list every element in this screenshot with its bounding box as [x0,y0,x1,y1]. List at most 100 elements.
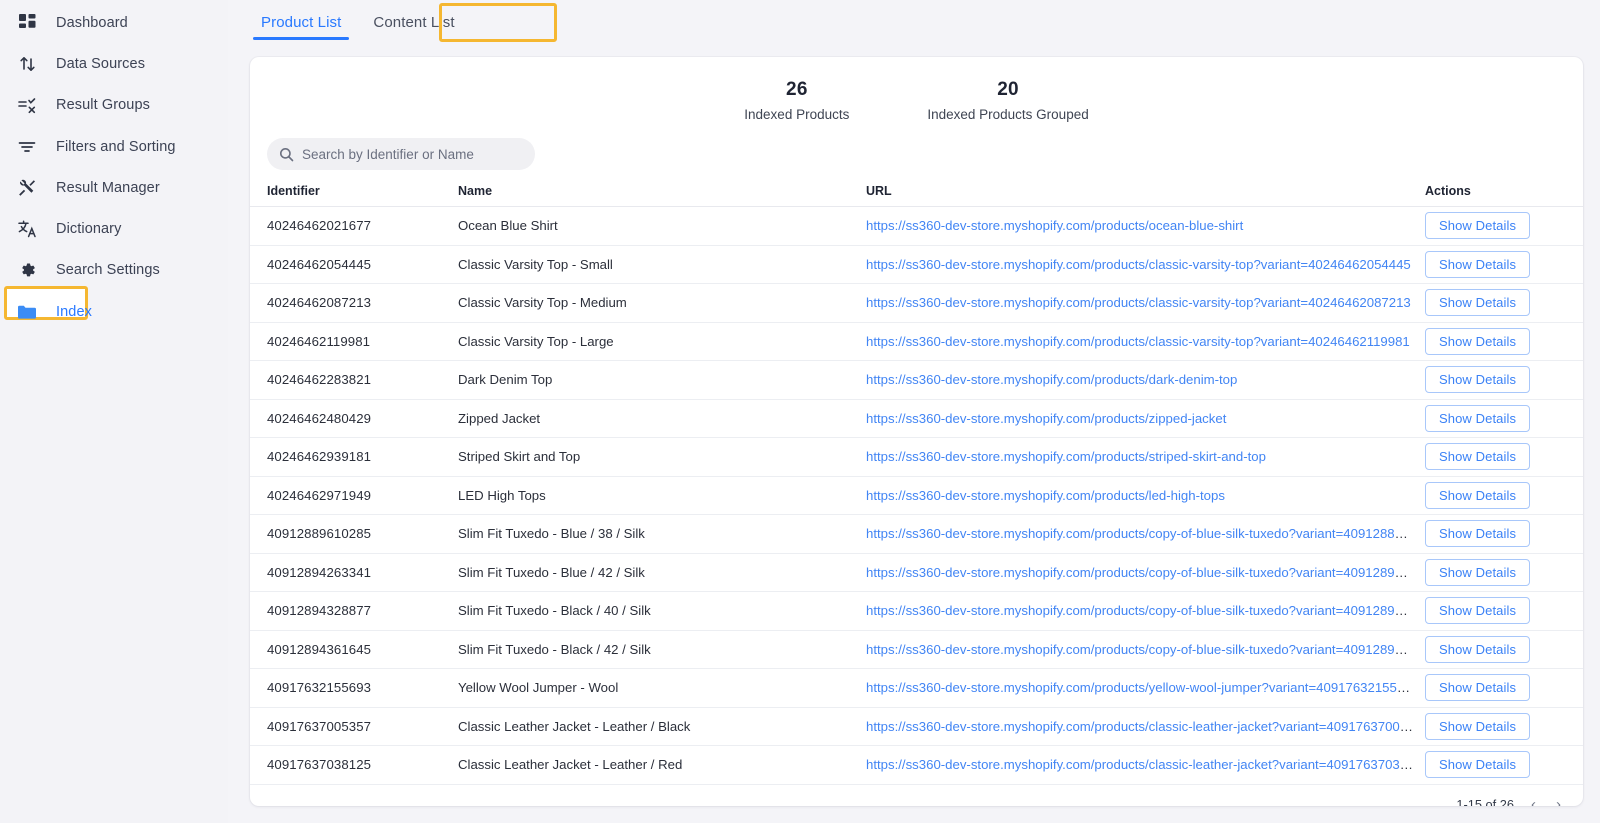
cell-actions: Show Details [1414,476,1583,515]
sidebar-item-label: Result Groups [56,97,150,114]
gear-icon [10,261,44,279]
column-header-name: Name [456,184,862,207]
cell-identifier: 40246462054445 [250,245,456,284]
product-url-link[interactable]: https://ss360-dev-store.myshopify.com/pr… [866,719,1414,734]
cell-actions: Show Details [1414,206,1583,246]
tab-label: Content List [373,14,455,31]
product-url-link[interactable]: https://ss360-dev-store.myshopify.com/pr… [866,488,1225,503]
search-input[interactable] [302,146,523,162]
table-row: 40246462480429 Zipped Jacket https://ss360… [250,399,1583,438]
show-details-button[interactable]: Show Details [1425,751,1531,779]
cell-actions: Show Details [1414,630,1583,669]
cell-identifier: 40917637005357 [250,707,456,746]
product-url-link[interactable]: https://ss360-dev-store.myshopify.com/pr… [866,680,1414,695]
product-url-link[interactable]: https://ss360-dev-store.myshopify.com/pr… [866,642,1414,657]
table-row: 40246462087213 Classic Varsity Top - Medi… [250,283,1583,323]
table-row: 40917637005357 Classic Leather Jacket - L… [250,707,1583,746]
show-details-button[interactable]: Show Details [1425,366,1531,394]
sidebar-item-search-settings[interactable]: Search Settings [0,250,228,291]
show-details-button[interactable]: Show Details [1425,520,1531,548]
cell-actions: Show Details [1414,707,1583,746]
show-details-button[interactable]: Show Details [1425,481,1531,509]
product-url-link[interactable]: https://ss360-dev-store.myshopify.com/pr… [866,449,1266,464]
cell-actions: Show Details [1414,745,1583,785]
tab-product-list[interactable]: Product List [245,14,357,40]
tab-bar: Product List Content List [228,0,1600,40]
cell-identifier: 40912889610285 [250,514,456,554]
product-url-link[interactable]: https://ss360-dev-store.myshopify.com/pr… [866,372,1237,387]
cell-identifier: 40917637038125 [250,745,456,785]
cell-name: Slim Fit Tuxedo - Black / 40 / Silk [456,591,862,631]
tab-content-list[interactable]: Content List [357,14,470,40]
cell-identifier: 40912894263341 [250,553,456,592]
tab-label: Product List [261,14,342,31]
cell-url: https://ss360-dev-store.myshopify.com/pr… [862,745,1414,785]
stat-label: Indexed Products [744,107,850,122]
pagination-range: 1-15 of 26 [1456,797,1514,806]
show-details-button[interactable]: Show Details [1425,674,1531,702]
table-row: 40246462119981 Classic Varsity Top - Larg… [250,322,1583,361]
cell-url: https://ss360-dev-store.myshopify.com/pr… [862,399,1414,438]
cell-url: https://ss360-dev-store.myshopify.com/pr… [862,553,1414,592]
show-details-button[interactable]: Show Details [1425,597,1531,625]
cell-name: Zipped Jacket [456,399,862,438]
search-area [250,122,1583,170]
cell-identifier: 40246462971949 [250,476,456,515]
cell-identifier: 40246462087213 [250,283,456,323]
sidebar-item-label: Dictionary [56,221,122,238]
sidebar: Dashboard Data Sources Result Groups Fil… [0,0,228,823]
cell-actions: Show Details [1414,322,1583,361]
show-details-button[interactable]: Show Details [1425,327,1531,355]
cell-name: Yellow Wool Jumper - Wool [456,668,862,708]
sidebar-item-data-sources[interactable]: Data Sources [0,43,228,84]
table-row: 40246462054445 Classic Varsity Top - Smal… [250,245,1583,284]
sidebar-item-result-groups[interactable]: Result Groups [0,85,228,126]
product-url-link[interactable]: https://ss360-dev-store.myshopify.com/pr… [866,565,1414,580]
product-url-link[interactable]: https://ss360-dev-store.myshopify.com/pr… [866,334,1410,349]
cell-name: Slim Fit Tuxedo - Blue / 38 / Silk [456,514,862,554]
table-row: 40917637038125 Classic Leather Jacket - L… [250,745,1583,785]
search-box[interactable] [267,138,535,170]
show-details-button[interactable]: Show Details [1425,712,1531,740]
product-url-link[interactable]: https://ss360-dev-store.myshopify.com/pr… [866,218,1243,233]
product-url-link[interactable]: https://ss360-dev-store.myshopify.com/pr… [866,757,1414,772]
cell-name: Classic Leather Jacket - Leather / Black [456,707,862,746]
product-table: Identifier Name URL Actions 402464620216… [250,184,1583,785]
show-details-button[interactable]: Show Details [1425,212,1531,240]
sidebar-item-label: Search Settings [56,262,160,279]
stat-value: 20 [997,79,1019,100]
product-url-link[interactable]: https://ss360-dev-store.myshopify.com/pr… [866,603,1414,618]
show-details-button[interactable]: Show Details [1425,289,1531,317]
cell-name: Slim Fit Tuxedo - Blue / 42 / Silk [456,553,862,592]
previous-page-button[interactable]: ‹ [1528,797,1539,806]
sidebar-item-result-manager[interactable]: Result Manager [0,167,228,208]
product-url-link[interactable]: https://ss360-dev-store.myshopify.com/pr… [866,411,1226,426]
arrows-up-down-icon [10,55,44,73]
cell-actions: Show Details [1414,553,1583,592]
show-details-button[interactable]: Show Details [1425,558,1531,586]
cell-actions: Show Details [1414,360,1583,400]
sidebar-item-filters-and-sorting[interactable]: Filters and Sorting [0,126,228,167]
table-row: 40912894361645 Slim Fit Tuxedo - Black / … [250,630,1583,669]
show-details-button[interactable]: Show Details [1425,443,1531,471]
sidebar-item-index[interactable]: Index [0,291,228,332]
cell-url: https://ss360-dev-store.myshopify.com/pr… [862,283,1414,323]
next-page-button[interactable]: › [1553,797,1564,806]
product-url-link[interactable]: https://ss360-dev-store.myshopify.com/pr… [866,526,1414,541]
product-list-card: 26 Indexed Products 20 Indexed Products … [250,57,1583,806]
stat-value: 26 [786,79,808,100]
sidebar-item-label: Dashboard [56,14,128,31]
cell-url: https://ss360-dev-store.myshopify.com/pr… [862,206,1414,246]
column-header-url: URL [862,184,1414,207]
show-details-button[interactable]: Show Details [1425,404,1531,432]
stats-row: 26 Indexed Products 20 Indexed Products … [250,57,1583,122]
cell-identifier: 40246462480429 [250,399,456,438]
sidebar-item-dictionary[interactable]: Dictionary [0,208,228,249]
sidebar-item-dashboard[interactable]: Dashboard [0,2,228,43]
product-url-link[interactable]: https://ss360-dev-store.myshopify.com/pr… [866,257,1411,272]
product-url-link[interactable]: https://ss360-dev-store.myshopify.com/pr… [866,295,1411,310]
show-details-button[interactable]: Show Details [1425,250,1531,278]
cell-name: Ocean Blue Shirt [456,206,862,246]
app-root: Dashboard Data Sources Result Groups Fil… [0,0,1600,823]
show-details-button[interactable]: Show Details [1425,635,1531,663]
